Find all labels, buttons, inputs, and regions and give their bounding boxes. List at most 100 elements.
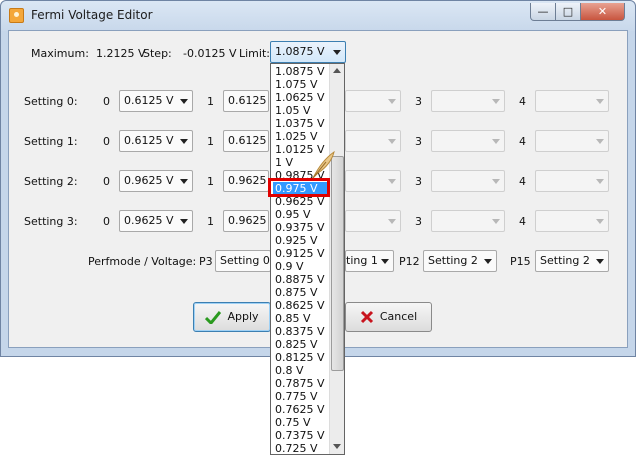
voltage-select[interactable]: 0.6125 V xyxy=(119,130,193,152)
feather-cursor-icon xyxy=(312,150,335,179)
voltage-select[interactable]: 0.9625 V xyxy=(223,210,269,232)
voltage-select[interactable]: 0.6125 V xyxy=(223,130,269,152)
voltage-select-disabled xyxy=(345,170,401,192)
dropdown-option[interactable]: 0.9 V xyxy=(273,260,329,273)
dropdown-option[interactable]: 0.8375 V xyxy=(273,325,329,338)
scroll-up-icon[interactable] xyxy=(333,68,341,73)
dropdown-option[interactable]: 0.7625 V xyxy=(273,403,329,416)
p3-select-value: Setting 0 xyxy=(220,254,270,267)
dropdown-option[interactable]: 0.95 V xyxy=(273,208,329,221)
p3-select[interactable]: Setting 0 xyxy=(215,250,271,272)
voltage-select-disabled xyxy=(431,90,505,112)
voltage-select-value: 0.6125 V xyxy=(228,94,268,107)
dropdown-option[interactable]: 0.8 V xyxy=(273,364,329,377)
chevron-down-icon xyxy=(596,179,604,184)
voltage-select-disabled xyxy=(345,210,401,232)
voltage-select[interactable]: 0.6125 V xyxy=(119,90,193,112)
dropdown-option[interactable]: 1.0375 V xyxy=(273,117,329,130)
voltage-select[interactable]: 0.9625 V xyxy=(119,210,193,232)
apply-button-label: Apply xyxy=(227,310,259,323)
chevron-down-icon xyxy=(492,139,500,144)
voltage-select-disabled xyxy=(535,170,609,192)
dropdown-option[interactable]: 1.0875 V xyxy=(273,65,329,78)
limit-dropdown-list[interactable]: 1.0875 V 1.075 V 1.0625 V 1.05 V 1.0375 V 1.0… xyxy=(270,63,345,455)
maximum-value: 1.2125 V xyxy=(96,47,146,60)
dropdown-option[interactable]: 1.05 V xyxy=(273,104,329,117)
chevron-down-icon xyxy=(492,179,500,184)
voltage-select[interactable]: 0.9625 V xyxy=(223,170,269,192)
dropdown-scrollbar[interactable] xyxy=(329,64,344,454)
chevron-down-icon xyxy=(333,50,341,55)
check-icon xyxy=(205,311,222,324)
p8-select-value: ting 1 xyxy=(346,254,378,267)
chevron-down-icon xyxy=(180,219,188,224)
scrollbar-thumb[interactable] xyxy=(331,156,344,371)
chevron-down-icon xyxy=(596,259,604,264)
minimize-button[interactable]: — xyxy=(530,3,556,21)
dropdown-option[interactable]: 0.85 V xyxy=(273,312,329,325)
limit-select-value: 1.0875 V xyxy=(275,45,325,58)
chevron-down-icon xyxy=(180,99,188,104)
dropdown-option[interactable]: 0.825 V xyxy=(273,338,329,351)
maximize-button[interactable]: □ xyxy=(555,3,581,21)
p12-select[interactable]: Setting 2 xyxy=(423,250,497,272)
column-index: 0 xyxy=(103,135,110,148)
chevron-down-icon xyxy=(388,139,396,144)
dropdown-option[interactable]: 0.7875 V xyxy=(273,377,329,390)
step-value: -0.0125 V xyxy=(183,47,237,60)
x-icon xyxy=(360,310,373,324)
p15-select[interactable]: Setting 2 xyxy=(535,250,609,272)
chevron-down-icon xyxy=(388,219,396,224)
column-index: 3 xyxy=(415,175,422,188)
chevron-down-icon xyxy=(596,139,604,144)
p15-label: P15 xyxy=(510,255,531,268)
voltage-select-disabled xyxy=(535,130,609,152)
dropdown-option[interactable]: 0.775 V xyxy=(273,390,329,403)
chevron-down-icon xyxy=(180,179,188,184)
title-bar[interactable]: Fermi Voltage Editor — □ ✕ xyxy=(1,1,635,31)
chevron-down-icon xyxy=(388,179,396,184)
voltage-select-value: 0.9625 V xyxy=(228,214,268,227)
column-index: 1 xyxy=(207,175,214,188)
column-index: 1 xyxy=(207,135,214,148)
voltage-select-value: 0.6125 V xyxy=(228,134,268,147)
voltage-select[interactable]: 0.6125 V xyxy=(223,90,269,112)
step-label: Step: xyxy=(143,47,172,60)
dropdown-option[interactable]: 0.725 V xyxy=(273,442,329,454)
dropdown-option[interactable]: 1.0625 V xyxy=(273,91,329,104)
setting-label: Setting 1: xyxy=(24,135,78,148)
dropdown-option[interactable]: 0.8625 V xyxy=(273,299,329,312)
chevron-down-icon xyxy=(180,139,188,144)
voltage-select-value: 0.9625 V xyxy=(124,214,174,227)
chevron-down-icon xyxy=(596,99,604,104)
dropdown-option[interactable]: 0.9125 V xyxy=(273,247,329,260)
column-index: 1 xyxy=(207,215,214,228)
column-index: 0 xyxy=(103,215,110,228)
chevron-down-icon xyxy=(596,219,604,224)
voltage-select[interactable]: 0.9625 V xyxy=(119,170,193,192)
dropdown-option[interactable]: 0.9375 V xyxy=(273,221,329,234)
p8-select[interactable]: ting 1 xyxy=(345,250,394,272)
dropdown-option[interactable]: 1.075 V xyxy=(273,78,329,91)
dropdown-option[interactable]: 0.875 V xyxy=(273,286,329,299)
close-button[interactable]: ✕ xyxy=(580,3,625,21)
setting-label: Setting 2: xyxy=(24,175,78,188)
dropdown-option[interactable]: 0.8875 V xyxy=(273,273,329,286)
limit-select[interactable]: 1.0875 V xyxy=(270,41,346,63)
perfmode-label: Perfmode / Voltage: xyxy=(88,255,197,268)
dropdown-option[interactable]: 0.7375 V xyxy=(273,429,329,442)
cancel-button[interactable]: Cancel xyxy=(345,302,432,332)
dropdown-option[interactable]: 1.025 V xyxy=(273,130,329,143)
voltage-select-value: 0.6125 V xyxy=(124,94,174,107)
chevron-down-icon xyxy=(381,259,389,264)
dropdown-option[interactable]: 0.8125 V xyxy=(273,351,329,364)
scroll-down-icon[interactable] xyxy=(333,444,341,449)
chevron-down-icon xyxy=(492,99,500,104)
selection-highlight-box xyxy=(268,178,330,197)
dropdown-option[interactable]: 0.75 V xyxy=(273,416,329,429)
apply-button[interactable]: Apply xyxy=(193,302,271,332)
voltage-select-disabled xyxy=(345,130,401,152)
column-index: 4 xyxy=(519,175,526,188)
dropdown-option[interactable]: 0.925 V xyxy=(273,234,329,247)
column-index: 4 xyxy=(519,215,526,228)
